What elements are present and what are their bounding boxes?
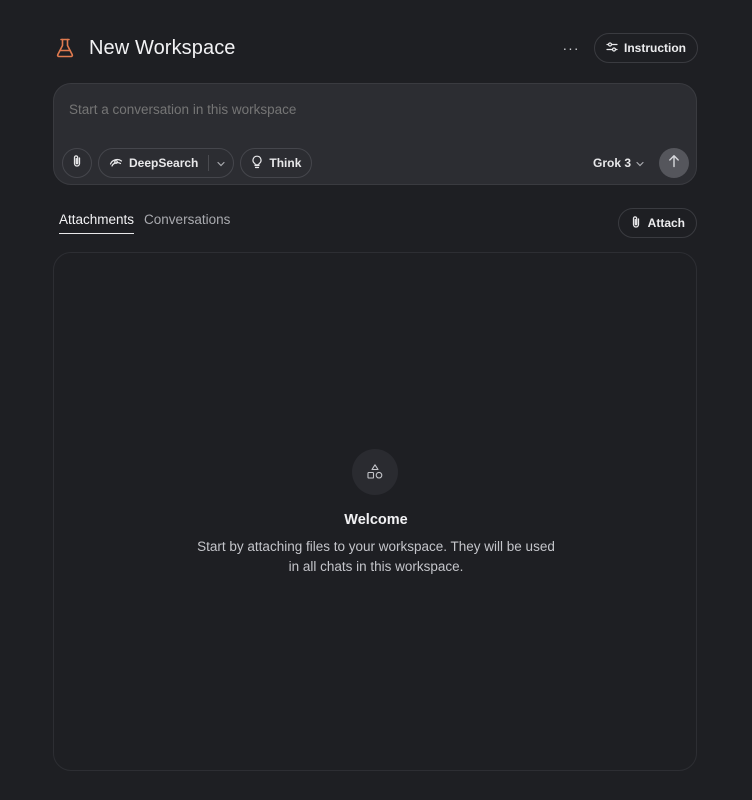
empty-state-text: Start by attaching files to your workspa… [197,539,555,574]
attachments-panel: Welcome Start by attaching files to your… [53,252,697,771]
header-actions: ··· Instruction [560,33,698,63]
more-options-button[interactable]: ··· [560,37,582,59]
instruction-label: Instruction [624,41,686,55]
workspace-page: New Workspace ··· Instruction Start a co… [0,0,752,800]
send-button[interactable] [659,148,689,178]
model-label: Grok 3 [592,156,631,170]
shapes-icon [352,449,398,495]
composer-tools: DeepSearch Think [62,148,313,178]
lightbulb-icon [251,155,263,172]
model-selector[interactable]: Grok 3 [593,156,644,170]
message-input[interactable] [69,102,669,117]
workspace-tabs: Attachments Conversations [59,212,230,234]
flask-icon [54,37,76,59]
think-label: Think [269,156,302,170]
paperclip-icon [71,154,83,173]
deepsearch-icon [109,156,123,171]
arrow-up-icon [668,154,680,173]
think-content: Think [241,149,311,177]
sliders-icon [606,41,618,56]
chevron-down-icon [217,156,225,170]
tab-attachments[interactable]: Attachments [59,212,135,234]
workspace-header: New Workspace ··· Instruction [54,32,698,64]
attach-button[interactable]: Attach [617,208,697,238]
tab-conversations[interactable]: Conversations [144,212,230,234]
deepsearch-button: DeepSearch [98,148,235,178]
deepsearch-toggle[interactable]: DeepSearch [99,149,208,177]
attach-label: Attach [647,216,685,230]
attach-file-button[interactable] [62,148,92,178]
page-title: New Workspace [89,36,236,59]
deepsearch-dropdown[interactable] [209,149,233,177]
chevron-down-icon [636,156,644,170]
think-button[interactable]: Think [240,148,313,178]
instruction-button[interactable]: Instruction [594,33,698,63]
message-composer: DeepSearch Think [53,83,697,185]
paperclip-icon [630,215,642,232]
empty-state-title: Welcome [344,512,408,528]
deepsearch-label: DeepSearch [129,156,199,170]
